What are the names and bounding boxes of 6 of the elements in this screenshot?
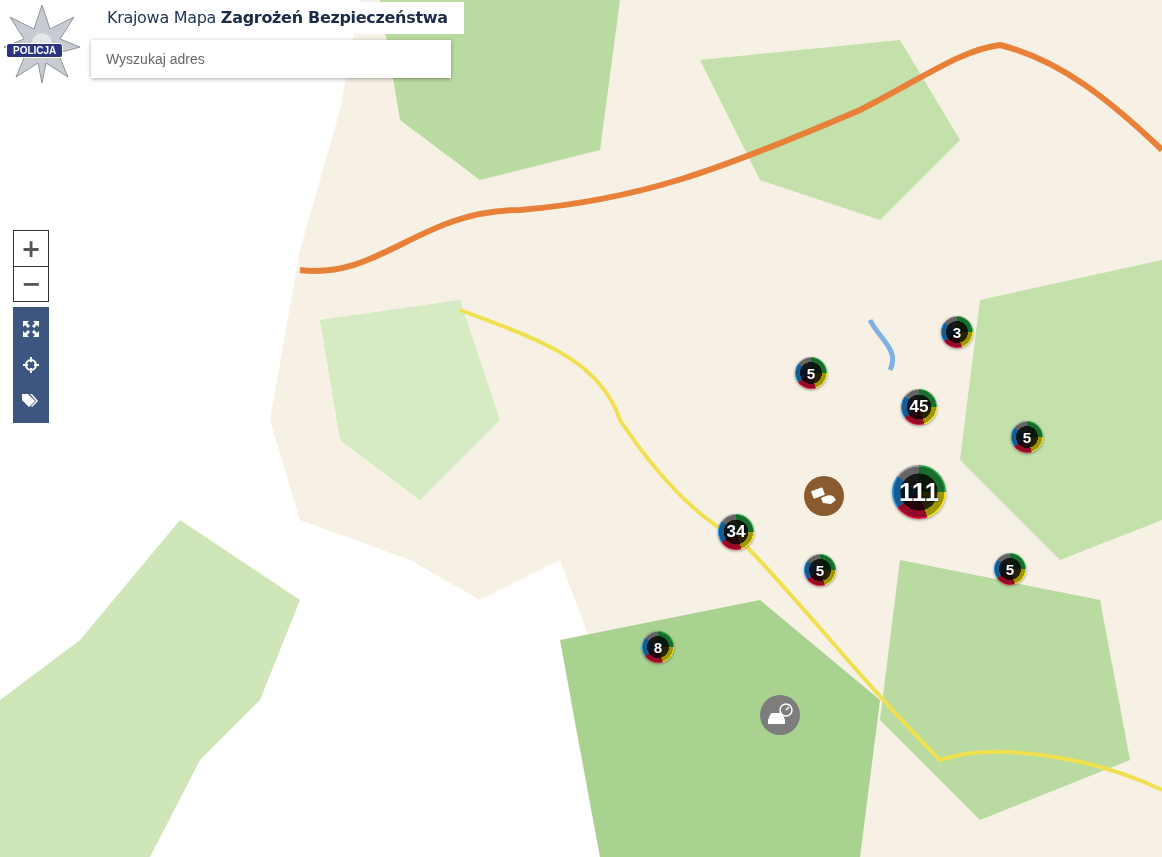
search-field[interactable]: Wyszukaj adres — [91, 40, 451, 78]
crosshair-icon — [23, 357, 39, 373]
tags-icon — [22, 393, 40, 409]
car-speed-icon — [766, 703, 794, 727]
fullscreen-icon — [23, 321, 39, 337]
logo-text: POLICJA — [6, 43, 64, 58]
